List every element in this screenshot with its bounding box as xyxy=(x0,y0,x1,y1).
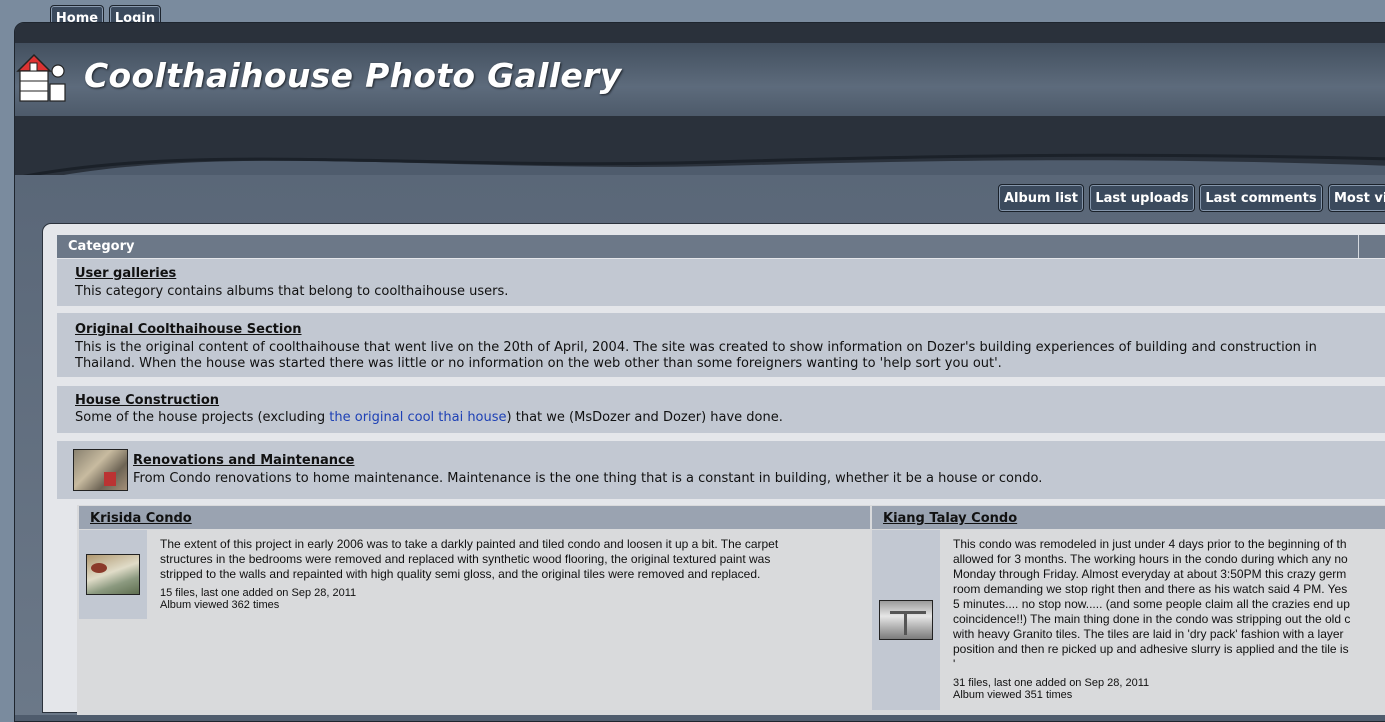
album-desc-line: This condo was remodeled in just under 4… xyxy=(953,537,1347,551)
album-desc-line: ' xyxy=(953,657,956,671)
header-top-strip xyxy=(15,23,1385,43)
category-link-renovations[interactable]: Renovations and Maintenance xyxy=(133,453,355,468)
album-view-count: Album viewed 351 times xyxy=(953,689,1073,701)
desc-text: ) that we (MsDozer and Dozer) have done. xyxy=(506,410,783,425)
category-description: Thailand. When the house was started the… xyxy=(75,356,1002,371)
renovations-thumbnail[interactable] xyxy=(73,449,128,491)
category-description: From Condo renovations to home maintenan… xyxy=(133,471,1043,486)
category-row: House Construction Some of the house pro… xyxy=(57,386,1385,433)
tab-last-comments[interactable]: Last comments xyxy=(1199,184,1323,212)
category-header: Category xyxy=(57,235,1385,258)
thumb-detail xyxy=(890,611,926,614)
album-desc-line: with heavy Granito tiles. The tiles are … xyxy=(953,627,1344,641)
album-desc-line: room demanding we stop right then and th… xyxy=(953,582,1348,596)
house-logo-icon[interactable] xyxy=(16,53,68,105)
original-house-link[interactable]: the original cool thai house xyxy=(329,410,506,425)
thumb-detail xyxy=(104,472,116,486)
category-link-original-section[interactable]: Original Coolthaihouse Section xyxy=(75,322,302,337)
category-row: Renovations and Maintenance From Condo r… xyxy=(57,441,1385,499)
album-link-krisida[interactable]: Krisida Condo xyxy=(90,511,192,526)
category-link-user-galleries[interactable]: User galleries xyxy=(75,266,176,281)
album-desc-line: The extent of this project in early 2006… xyxy=(160,537,779,551)
album-file-count: 31 files, last one added on Sep 28, 2011 xyxy=(953,677,1150,689)
category-description: This category contains albums that belon… xyxy=(75,284,509,299)
category-description: Some of the house projects (excluding th… xyxy=(75,410,783,426)
album-desc-line: Monday through Friday. Almost everyday a… xyxy=(953,567,1347,581)
category-row: User galleries This category contains al… xyxy=(57,259,1385,306)
tab-most-viewed[interactable]: Most vi xyxy=(1328,184,1385,212)
thumb-detail xyxy=(91,563,107,573)
album-description: This condo was remodeled in just under 4… xyxy=(953,537,1385,672)
album-desc-line: structures in the bedrooms were removed … xyxy=(160,552,771,566)
tab-album-list[interactable]: Album list xyxy=(998,184,1084,212)
album-header: Krisida Condo xyxy=(79,506,870,529)
thumb-detail xyxy=(904,611,907,635)
category-description: This is the original content of coolthai… xyxy=(75,340,1317,355)
album-link-kiang-talay[interactable]: Kiang Talay Condo xyxy=(883,511,1017,526)
desc-text: Some of the house projects (excluding xyxy=(75,410,330,425)
album-desc-line: stripped to the walls and repainted with… xyxy=(160,567,761,581)
album-desc-line: allowed for 3 months. The working hours … xyxy=(953,552,1348,566)
album-file-count: 15 files, last one added on Sep 28, 2011 xyxy=(160,587,357,599)
category-row: Original Coolthaihouse Section This is t… xyxy=(57,313,1385,377)
site-title[interactable]: Coolthaihouse Photo Gallery xyxy=(84,56,621,95)
album-header: Kiang Talay Condo xyxy=(872,506,1385,529)
album-desc-line: 5 minutes.... no stop now..... (and some… xyxy=(953,597,1350,611)
tab-last-uploads[interactable]: Last uploads xyxy=(1089,184,1195,212)
header-divider xyxy=(1358,235,1359,258)
krisida-thumbnail[interactable] xyxy=(86,554,140,595)
category-link-house-construction[interactable]: House Construction xyxy=(75,393,219,408)
album-desc-line: coincidence!!) The main thing done in th… xyxy=(953,612,1351,626)
album-description: The extent of this project in early 2006… xyxy=(160,537,860,582)
album-view-count: Album viewed 362 times xyxy=(160,599,280,611)
album-desc-line: position and then re picked up and adhes… xyxy=(953,642,1349,656)
kiang-talay-thumbnail[interactable] xyxy=(879,600,933,640)
